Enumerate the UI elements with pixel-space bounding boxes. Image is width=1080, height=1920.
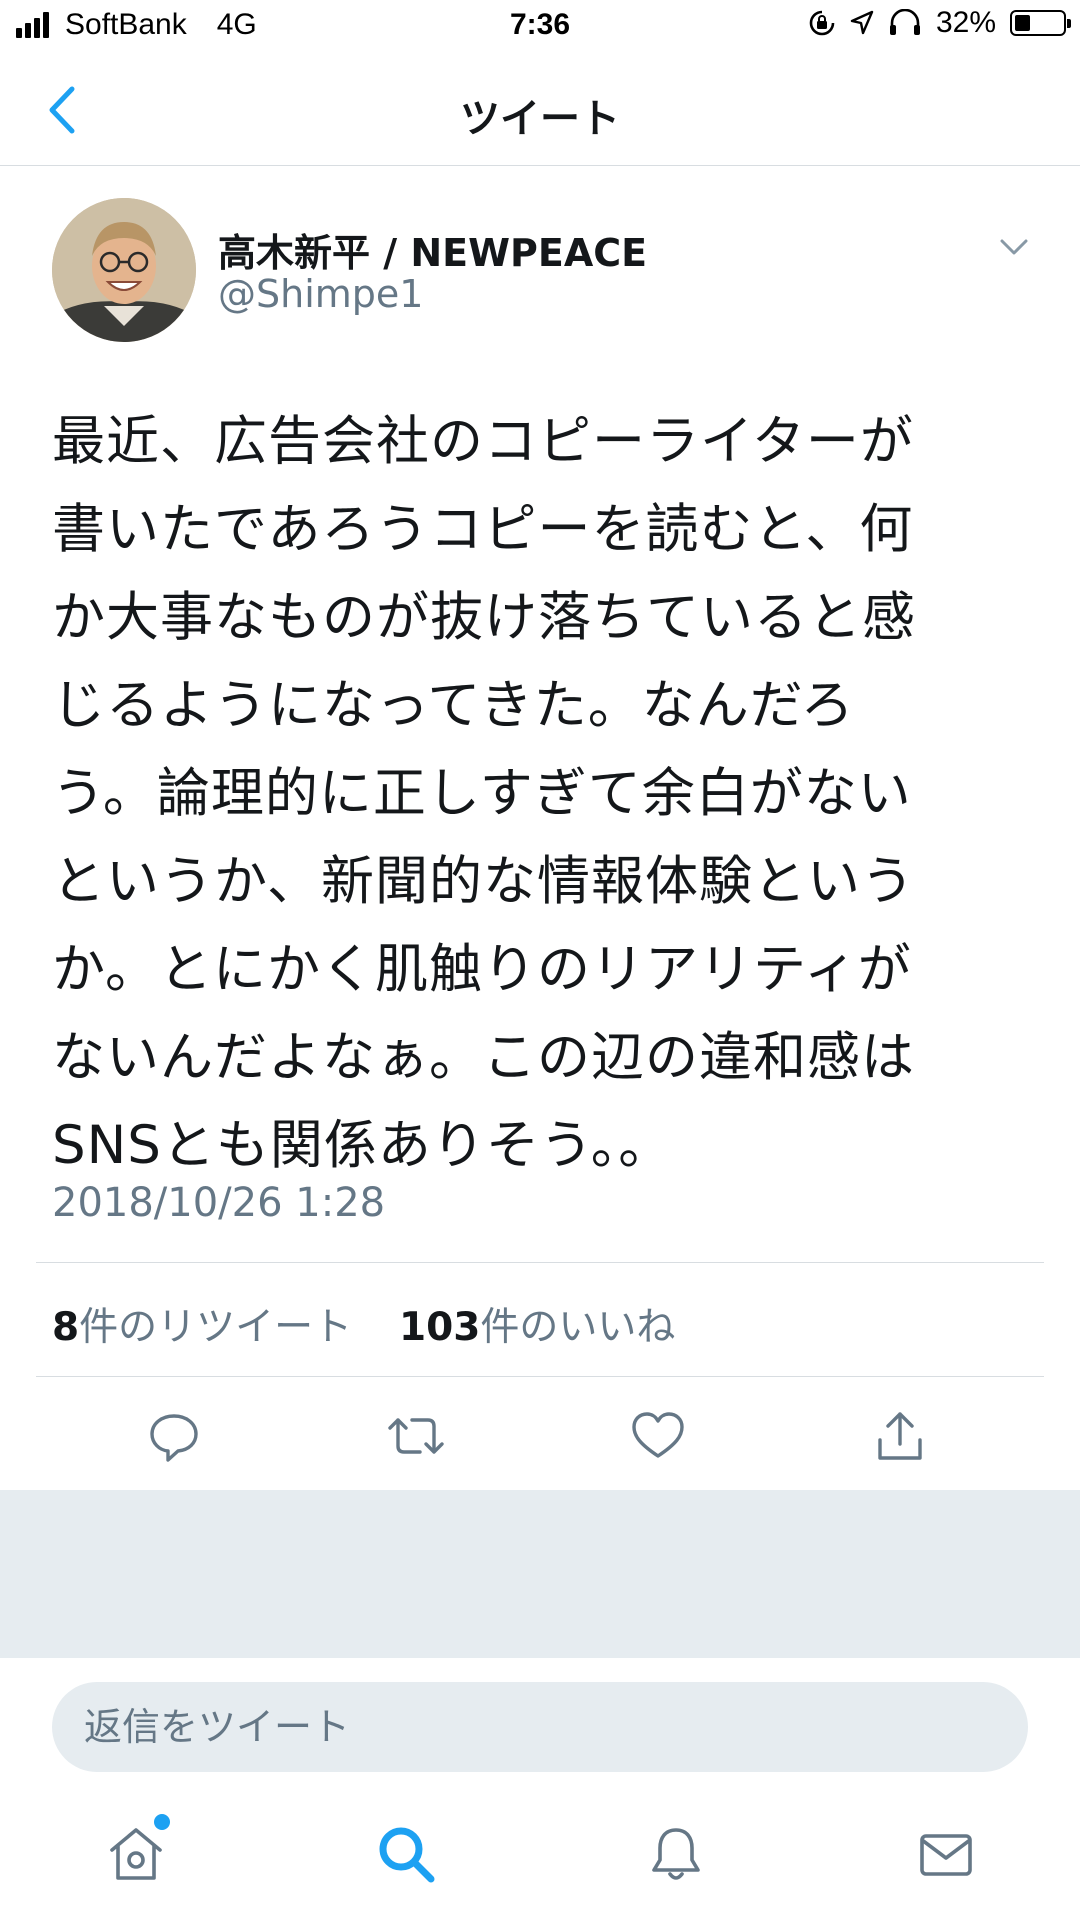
engagement-stats: 8件のリツイート 103件のいいね (52, 1296, 675, 1352)
tab-search[interactable] (370, 1818, 442, 1890)
search-icon (379, 1827, 435, 1883)
tab-bar (0, 1790, 1080, 1920)
like-stat[interactable]: 103件のいいね (399, 1305, 675, 1350)
tweet-actions (0, 1386, 1080, 1486)
share-icon (878, 1412, 922, 1460)
like-label: 件のいいね (480, 1305, 676, 1350)
like-icon (632, 1412, 684, 1458)
battery-level (1015, 15, 1030, 31)
new-content-dot (154, 1814, 170, 1830)
retweet-count: 8 (52, 1305, 80, 1350)
tweet-text: 最近、広告会社のコピーライターが 書いたであろうコピーを読むと、何 か大事なもの… (52, 411, 916, 1176)
nav-header: ツイート (0, 56, 1080, 166)
retweet-button[interactable] (384, 1404, 448, 1468)
notifications-icon (652, 1828, 700, 1880)
tweet-timestamp: 2018/10/26 1:28 (52, 1180, 386, 1226)
reply-input[interactable]: 返信をツイート (52, 1682, 1028, 1772)
author-name[interactable]: 高木新平 / NEWPEACE (218, 222, 647, 277)
tab-messages[interactable] (910, 1818, 982, 1890)
author-handle[interactable]: @Shimpe1 (218, 272, 423, 316)
like-button[interactable] (626, 1404, 690, 1468)
battery-percent: 32% (935, 6, 996, 39)
chevron-down-icon (1000, 239, 1028, 255)
headphones-icon (889, 9, 920, 35)
tab-notifications[interactable] (640, 1818, 712, 1890)
tweet-options-button[interactable] (994, 232, 1034, 262)
tab-home[interactable] (100, 1814, 172, 1890)
share-button[interactable] (868, 1404, 932, 1468)
avatar-photo (52, 198, 196, 342)
status-right: 32% (808, 6, 1071, 40)
like-count: 103 (398, 1305, 481, 1350)
messages-icon (920, 1834, 972, 1876)
retweet-label: 件のリツイート (79, 1305, 353, 1350)
page-title: ツイート (460, 96, 620, 142)
reply-icon (150, 1414, 198, 1462)
reply-button[interactable] (142, 1404, 206, 1468)
divider (36, 1262, 1044, 1263)
replies-area (0, 1490, 1080, 1658)
location-icon (850, 10, 874, 35)
status-bar: SoftBank 4G 7:36 32% (0, 0, 1080, 56)
avatar[interactable] (52, 198, 196, 342)
retweet-icon (388, 1418, 444, 1454)
divider (36, 1376, 1044, 1377)
retweet-stat[interactable]: 8件のリツイート (52, 1305, 352, 1350)
orientation-lock-icon (809, 10, 835, 36)
home-icon (110, 1828, 162, 1880)
battery-icon (1010, 10, 1071, 36)
